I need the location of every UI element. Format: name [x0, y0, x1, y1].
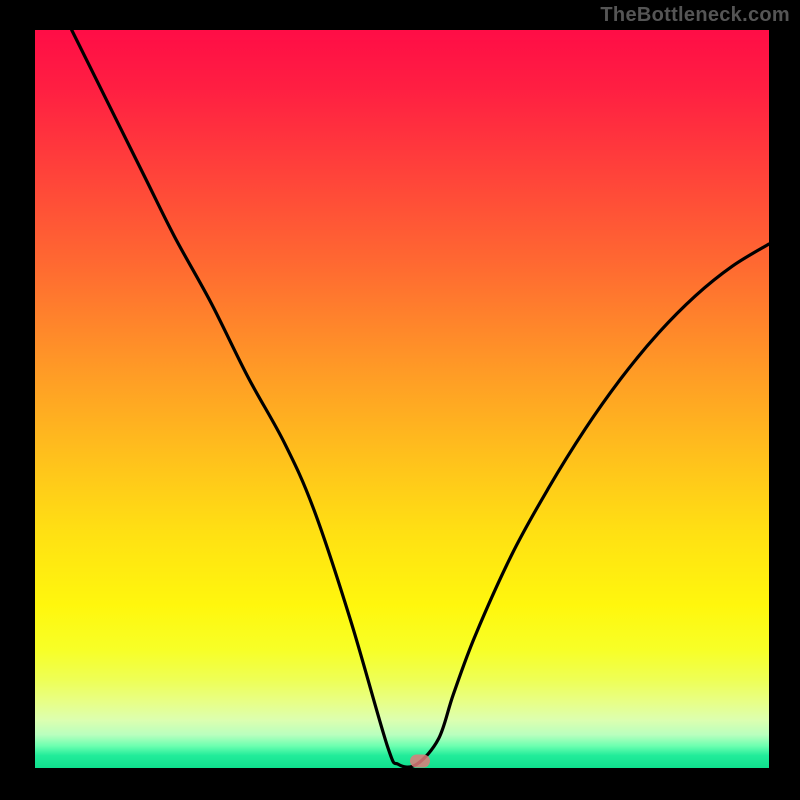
optimal-marker — [410, 754, 430, 767]
watermark-text: TheBottleneck.com — [600, 4, 790, 27]
chart-frame: TheBottleneck.com — [0, 0, 800, 800]
bottleneck-curve — [35, 30, 769, 768]
plot-area — [35, 30, 769, 768]
